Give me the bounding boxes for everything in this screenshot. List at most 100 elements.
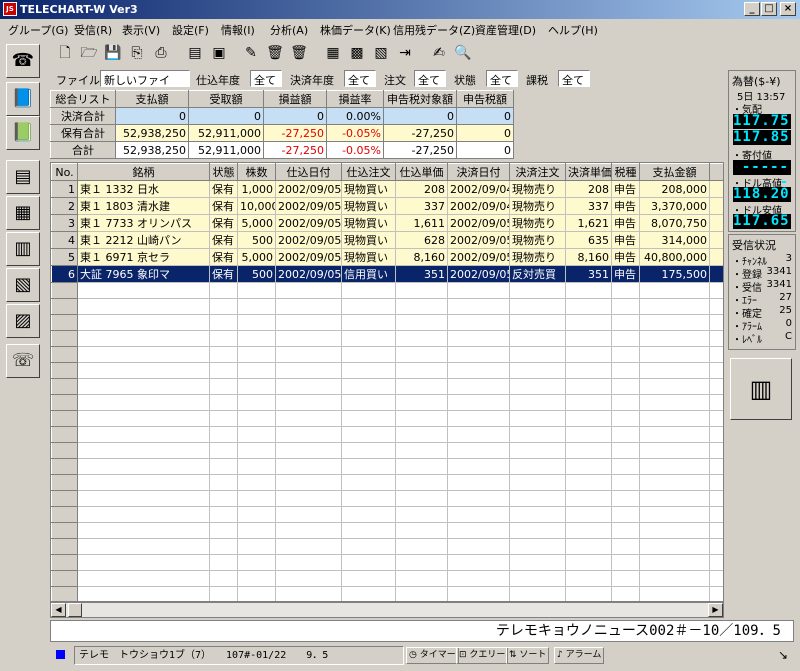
new-file-icon[interactable]: 🗋 xyxy=(54,42,76,64)
grid-cell[interactable] xyxy=(509,410,566,427)
grid-cell[interactable] xyxy=(341,458,396,475)
grid-cell[interactable] xyxy=(611,474,640,491)
grid-cell[interactable] xyxy=(611,554,640,571)
grid-header[interactable]: No. xyxy=(51,163,78,181)
empty-row[interactable] xyxy=(51,346,723,363)
grid-cell[interactable] xyxy=(565,506,612,523)
chart-book-icon[interactable]: 📘 xyxy=(6,82,40,116)
query-button[interactable]: ⊡ クエリー xyxy=(456,647,509,664)
grid-cell[interactable]: 628 xyxy=(395,231,448,249)
grid-cell[interactable] xyxy=(275,282,342,299)
menu-settings[interactable]: 設定(F) xyxy=(172,22,209,38)
grid-cell[interactable] xyxy=(209,394,238,411)
grid-cell[interactable] xyxy=(611,330,640,347)
menu-info[interactable]: 情報(I) xyxy=(221,22,255,38)
grid-cell[interactable] xyxy=(447,410,510,427)
grid-cell[interactable] xyxy=(611,586,640,601)
grid-cell[interactable]: 3 xyxy=(709,197,723,215)
empty-row[interactable] xyxy=(51,522,723,539)
grid-cell[interactable]: 2002/09/05 xyxy=(275,214,342,232)
grid-cell[interactable] xyxy=(209,298,238,315)
grid-cell[interactable] xyxy=(565,554,612,571)
grid-cell[interactable] xyxy=(237,362,276,379)
grid-cell[interactable]: 2002/09/05 xyxy=(447,265,510,283)
grid-cell[interactable] xyxy=(565,586,612,601)
grid-cell[interactable] xyxy=(395,378,448,395)
grid-cell[interactable] xyxy=(209,314,238,331)
grid-cell[interactable] xyxy=(209,346,238,363)
grid-cell[interactable] xyxy=(611,298,640,315)
grid-cell[interactable] xyxy=(709,506,723,523)
grid-cell[interactable] xyxy=(77,538,210,555)
grid-cell[interactable]: 現物買い xyxy=(341,231,396,249)
grid-cell[interactable] xyxy=(509,378,566,395)
grid-cell[interactable]: 申告 xyxy=(611,231,640,249)
grid-cell[interactable] xyxy=(639,554,710,571)
grid-cell[interactable] xyxy=(341,282,396,299)
grid-cell[interactable] xyxy=(639,426,710,443)
book-icon[interactable]: ▨ xyxy=(6,304,40,338)
memo-icon[interactable]: ▧ xyxy=(6,268,40,302)
grid-cell[interactable]: 信用買い xyxy=(341,265,396,283)
grid-cell[interactable] xyxy=(509,458,566,475)
grid-cell[interactable] xyxy=(709,346,723,363)
grid-cell[interactable] xyxy=(77,490,210,507)
grid-cell[interactable] xyxy=(709,265,723,283)
save-icon[interactable]: 💾 xyxy=(102,42,124,64)
grid-cell[interactable] xyxy=(209,378,238,395)
import-icon[interactable]: ▦ xyxy=(322,42,344,64)
status-select[interactable]: 全て xyxy=(486,70,518,87)
grid-cell[interactable] xyxy=(447,282,510,299)
row-number[interactable] xyxy=(51,282,78,299)
grid-cell[interactable]: 東１ 2212 山崎パン xyxy=(77,231,210,249)
row-number[interactable]: 2 xyxy=(51,197,78,215)
grid-cell[interactable] xyxy=(565,362,612,379)
grid-cell[interactable] xyxy=(341,522,396,539)
row-number[interactable] xyxy=(51,538,78,555)
grid-cell[interactable] xyxy=(639,378,710,395)
row-number[interactable] xyxy=(51,474,78,491)
grid-header[interactable]: 決済注文 xyxy=(509,163,566,181)
empty-row[interactable] xyxy=(51,586,723,601)
grid-cell[interactable] xyxy=(77,282,210,299)
grid-cell[interactable] xyxy=(275,554,342,571)
grid-cell[interactable] xyxy=(447,490,510,507)
grid-cell[interactable] xyxy=(639,298,710,315)
alarm-button[interactable]: ♪ アラーム xyxy=(554,647,605,664)
grid-cell[interactable] xyxy=(77,506,210,523)
table-row[interactable]: 2 東１ 1803 清水建 保有 10,000 2002/09/05 現物買い 337 200… xyxy=(51,197,723,215)
document-edit-icon[interactable]: ▣ xyxy=(208,42,230,64)
row-number[interactable] xyxy=(51,362,78,379)
grid-cell[interactable] xyxy=(611,410,640,427)
grid-cell[interactable] xyxy=(709,554,723,571)
file-name-field[interactable]: 新しいファイル.ddt xyxy=(100,70,190,103)
sort-button[interactable]: ⇅ ソート xyxy=(506,647,550,664)
row-number[interactable]: 6 xyxy=(51,265,78,283)
grid-cell[interactable] xyxy=(509,474,566,491)
grid-cell[interactable] xyxy=(611,522,640,539)
grid-cell[interactable]: 314,000 xyxy=(639,231,710,249)
chart-launch-icon[interactable]: ▥ xyxy=(730,358,792,420)
grid-cell[interactable] xyxy=(275,394,342,411)
grid-cell[interactable] xyxy=(77,362,210,379)
table-row[interactable]: 4 東１ 2212 山崎パン 保有 500 2002/09/05 現物買い 628 2002/… xyxy=(51,231,723,249)
grid-cell[interactable]: 申告 xyxy=(611,248,640,266)
grid-cell[interactable]: 現物買い xyxy=(341,180,396,198)
grid-cell[interactable] xyxy=(395,506,448,523)
grid-cell[interactable] xyxy=(709,426,723,443)
grid-cell[interactable]: 40 xyxy=(709,248,723,266)
grid-cell[interactable] xyxy=(275,410,342,427)
grid-cell[interactable] xyxy=(565,314,612,331)
grid-header[interactable]: 仕込注文 xyxy=(341,163,396,181)
grid-cell[interactable] xyxy=(395,586,448,601)
grid-cell[interactable] xyxy=(509,394,566,411)
grid-cell[interactable] xyxy=(639,458,710,475)
grid-cell[interactable] xyxy=(509,490,566,507)
empty-row[interactable] xyxy=(51,570,723,587)
grid-cell[interactable] xyxy=(565,282,612,299)
grid-cell[interactable] xyxy=(447,426,510,443)
grid-cell[interactable] xyxy=(275,362,342,379)
horizontal-scrollbar[interactable]: ◀ ▶ xyxy=(50,602,724,618)
grid-cell[interactable] xyxy=(565,474,612,491)
menu-group[interactable]: グループ(G) xyxy=(8,22,68,38)
